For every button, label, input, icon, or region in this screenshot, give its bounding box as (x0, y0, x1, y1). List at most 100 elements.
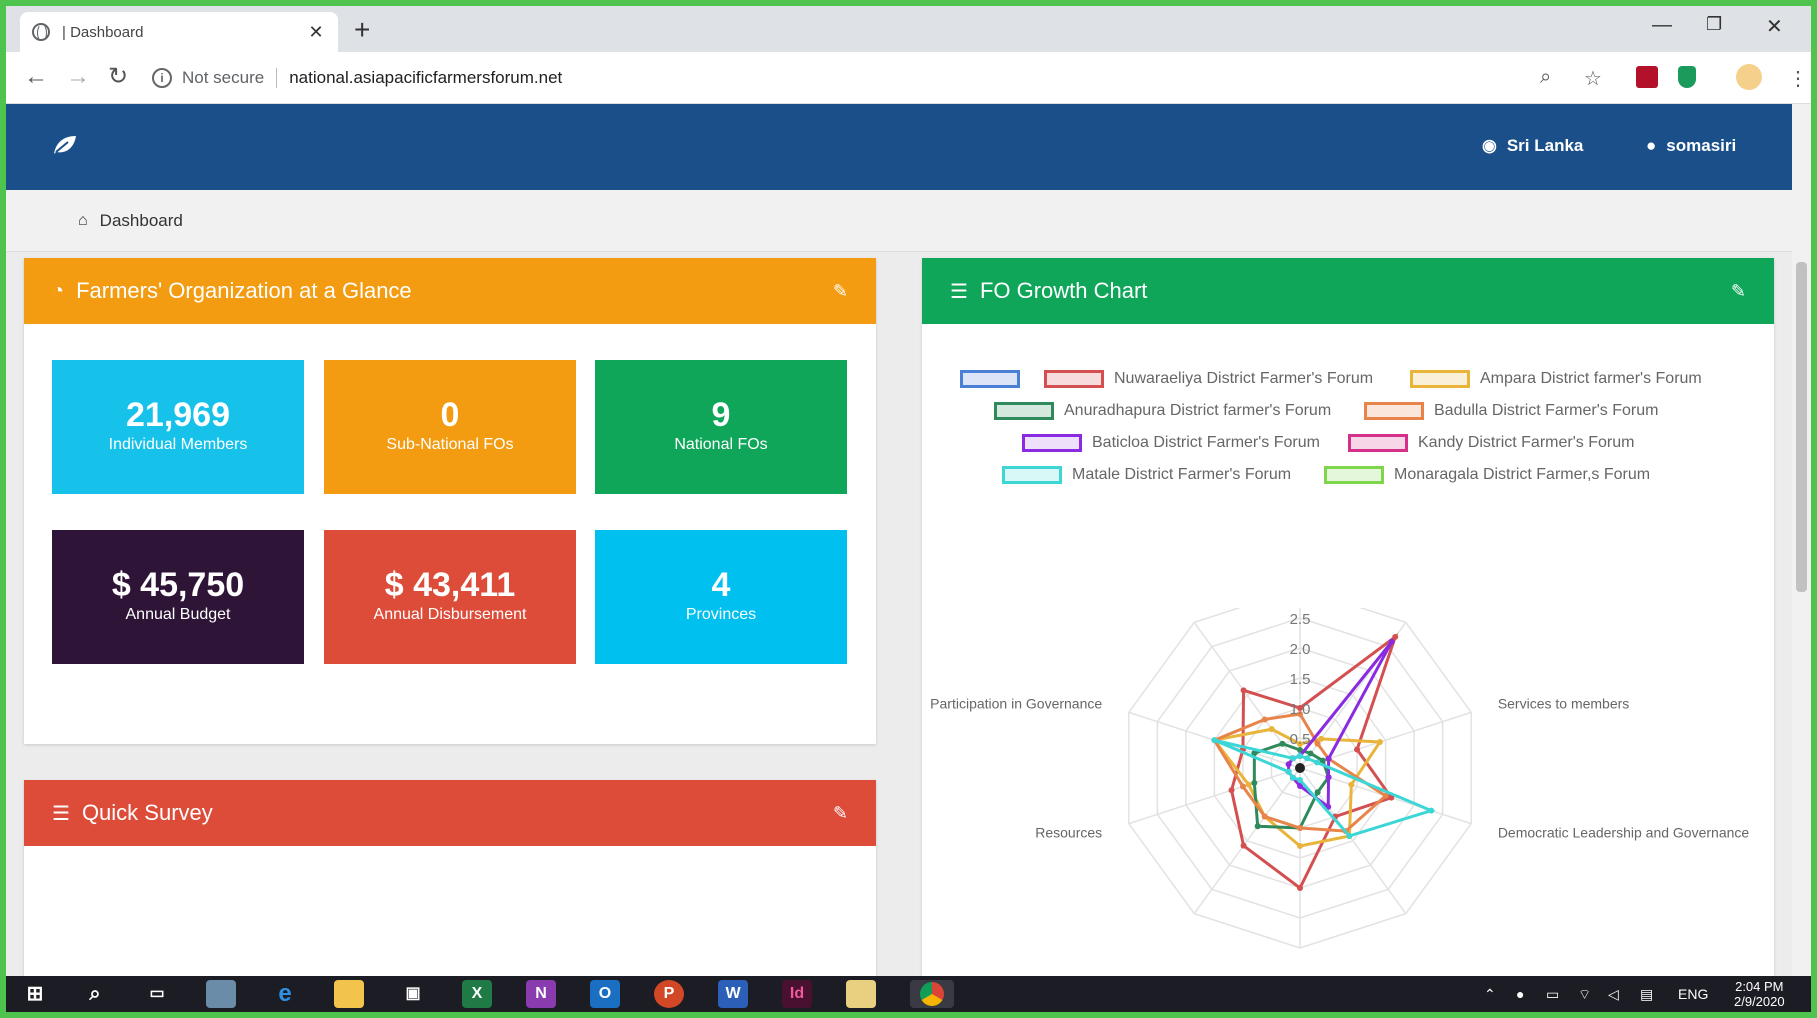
tile-annual-budget[interactable]: $ 45,750 Annual Budget (52, 530, 304, 664)
series-line[interactable] (1287, 640, 1394, 810)
wifi-icon[interactable]: ⌔ (1578, 986, 1591, 1004)
folder-icon[interactable] (334, 980, 364, 1008)
data-point[interactable] (1388, 638, 1395, 645)
data-point[interactable] (1285, 768, 1292, 775)
legend-item[interactable]: Badulla District Farmer's Forum (1364, 402, 1658, 420)
tile-individual-members[interactable]: 21,969 Individual Members (52, 360, 304, 494)
new-tab-button[interactable]: + (354, 16, 370, 44)
data-point[interactable] (1268, 726, 1275, 733)
data-point[interactable] (1325, 755, 1332, 762)
data-point[interactable] (1304, 755, 1311, 762)
legend-item[interactable] (960, 370, 1030, 388)
country-selector[interactable]: ◉ Sri Lanka (1482, 136, 1583, 156)
notes-icon[interactable] (846, 980, 876, 1008)
word-icon[interactable]: W (718, 980, 748, 1008)
data-point[interactable] (1314, 789, 1321, 796)
reload-icon[interactable]: ↻ (108, 62, 128, 92)
data-point[interactable] (1297, 777, 1303, 783)
file-manager-icon[interactable] (206, 980, 236, 1008)
edge-icon[interactable]: e (270, 980, 300, 1008)
data-point[interactable] (1261, 813, 1268, 820)
legend-item[interactable]: Monaragala District Farmer,s Forum (1324, 466, 1650, 484)
data-point[interactable] (1254, 823, 1261, 830)
data-point[interactable] (1285, 761, 1292, 768)
info-icon[interactable]: i (152, 68, 172, 88)
restore-icon[interactable]: ❐ (1706, 14, 1722, 35)
url-text[interactable]: national.asiapacificfarmersforum.net (289, 68, 562, 88)
star-icon[interactable]: ☆ (1584, 66, 1602, 91)
menu-dots-icon[interactable]: ⋮ (1788, 66, 1808, 91)
data-point[interactable] (1240, 842, 1247, 849)
data-point[interactable] (1318, 735, 1325, 742)
tray-chevron-icon[interactable]: ⌃ (1484, 986, 1496, 1003)
search-icon[interactable]: ⌕ (80, 980, 110, 1008)
tile-provinces[interactable]: 4 Provinces (595, 530, 847, 664)
data-point[interactable] (1348, 781, 1355, 788)
user-menu[interactable]: ● somasiri (1646, 136, 1736, 156)
data-point[interactable] (1346, 832, 1353, 839)
data-point[interactable] (1240, 687, 1247, 694)
legend-item[interactable]: Anuradhapura District farmer's Forum (994, 402, 1331, 420)
tile-sub-national-fos[interactable]: 0 Sub-National FOs (324, 360, 576, 494)
task-view-icon[interactable]: ▭ (142, 980, 172, 1008)
pin-icon[interactable]: ✎ (833, 803, 848, 824)
data-point[interactable] (1245, 781, 1252, 788)
data-point[interactable] (1325, 774, 1332, 781)
data-point[interactable] (1239, 783, 1246, 790)
data-point[interactable] (1297, 843, 1303, 849)
data-point[interactable] (1297, 753, 1303, 759)
data-point[interactable] (1289, 755, 1296, 762)
windows-start-icon[interactable]: ⊞ (20, 980, 50, 1008)
data-point[interactable] (1289, 774, 1296, 781)
tray-chrome-icon[interactable]: ● (1516, 986, 1524, 1002)
data-point[interactable] (1279, 740, 1286, 747)
close-tab-icon[interactable]: ✕ (306, 22, 326, 43)
data-point[interactable] (1376, 739, 1383, 746)
chrome-taskbar-icon[interactable] (910, 980, 954, 1008)
profile-avatar[interactable] (1736, 64, 1762, 90)
onenote-icon[interactable]: N (526, 980, 556, 1008)
language-indicator[interactable]: ENG (1678, 986, 1708, 1002)
minimize-icon[interactable]: — (1652, 14, 1672, 37)
legend-item[interactable]: Matale District Farmer's Forum (1002, 466, 1291, 484)
zoom-icon[interactable]: ⌕ (1540, 66, 1551, 89)
leaf-logo-icon[interactable] (52, 134, 78, 156)
tile-annual-disbursement[interactable]: $ 43,411 Annual Disbursement (324, 530, 576, 664)
store-icon[interactable]: ▣ (398, 980, 428, 1008)
window-close-icon[interactable]: ✕ (1766, 14, 1783, 39)
data-point[interactable] (1211, 737, 1218, 744)
series-line[interactable] (1213, 738, 1436, 838)
home-icon[interactable]: ⌂ (78, 212, 88, 230)
data-point[interactable] (1392, 633, 1399, 640)
data-point[interactable] (1314, 759, 1321, 766)
extension-red-icon[interactable] (1636, 66, 1658, 88)
legend-item[interactable]: Baticloa District Farmer's Forum (1022, 434, 1320, 452)
address-bar[interactable]: i Not secure national.asiapacificfarmers… (152, 60, 1552, 96)
data-point[interactable] (1251, 779, 1258, 786)
page-scrollbar[interactable] (1792, 104, 1811, 976)
data-point[interactable] (1228, 787, 1235, 794)
browser-tab[interactable]: | Dashboard ✕ (20, 12, 338, 52)
notifications-icon[interactable]: ▤ (1640, 986, 1653, 1003)
powerpoint-icon[interactable]: P (654, 980, 684, 1008)
volume-icon[interactable]: ◁ (1608, 986, 1619, 1003)
data-point[interactable] (1354, 746, 1361, 753)
pin-icon[interactable]: ✎ (1731, 281, 1746, 302)
data-point[interactable] (1307, 750, 1314, 757)
legend-item[interactable]: Nuwaraeliya District Farmer's Forum (1044, 370, 1373, 388)
legend-item[interactable]: Kandy District Farmer's Forum (1348, 434, 1634, 452)
data-point[interactable] (1261, 716, 1268, 723)
tile-national-fos[interactable]: 9 National FOs (595, 360, 847, 494)
data-point[interactable] (1297, 885, 1303, 891)
forward-icon[interactable]: → (66, 62, 90, 92)
breadcrumb-dashboard[interactable]: Dashboard (100, 211, 183, 231)
excel-icon[interactable]: X (462, 980, 492, 1008)
scrollbar-thumb[interactable] (1796, 262, 1807, 592)
clock[interactable]: 2:04 PM 2/9/2020 (1734, 979, 1785, 1009)
shield-extension-icon[interactable] (1678, 66, 1696, 88)
data-point[interactable] (1314, 740, 1321, 747)
battery-icon[interactable]: ▭ (1546, 986, 1559, 1003)
pin-icon[interactable]: ✎ (833, 281, 848, 302)
indesign-icon[interactable]: Id (782, 980, 812, 1008)
data-point[interactable] (1428, 807, 1435, 814)
